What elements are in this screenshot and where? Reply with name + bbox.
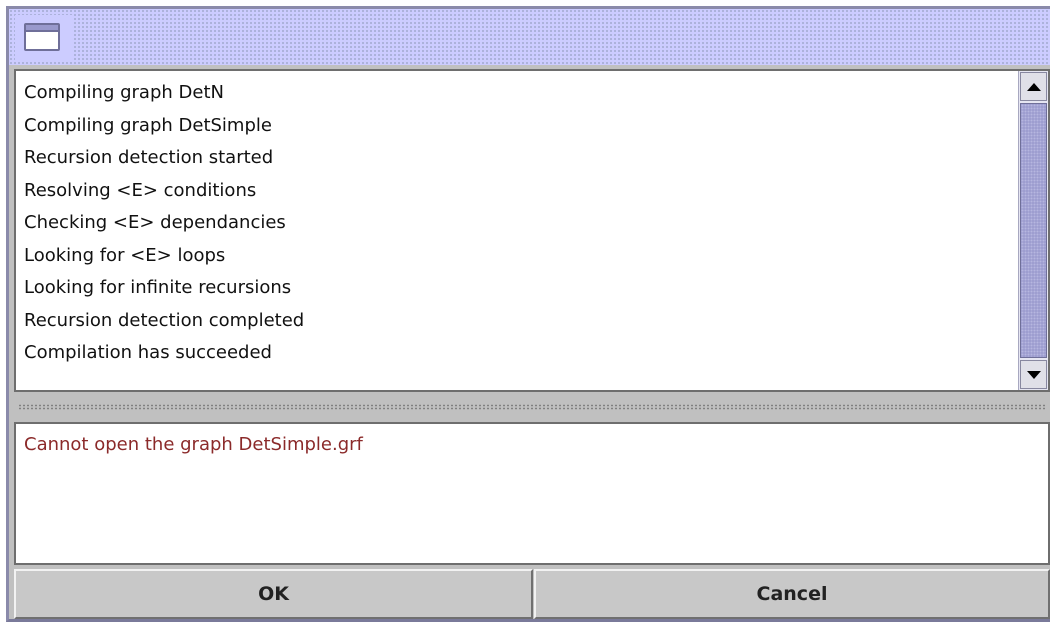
dialog-window: Compiling graph DetN Compiling graph Det… [6, 6, 1050, 622]
log-line: Checking <E> dependancies [24, 212, 286, 233]
scrollbar-thumb[interactable] [1020, 103, 1047, 358]
error-output-pane[interactable]: Cannot open the graph DetSimple.grf [14, 422, 1050, 565]
log-line: Compilation has succeeded [24, 342, 272, 363]
log-line: Recursion detection completed [24, 309, 305, 331]
window-icon [24, 23, 60, 51]
log-line: Compiling graph DetN [24, 82, 224, 103]
log-line: Looking for <E> loops [24, 244, 226, 266]
button-bar: OK Cancel [14, 569, 1050, 619]
split-pane-divider[interactable] [14, 394, 1050, 421]
log-list: Compiling graph DetN Compiling graph Det… [24, 77, 1016, 370]
arrow-down-icon[interactable] [1020, 360, 1047, 389]
ok-button[interactable]: OK [14, 569, 533, 619]
title-bar[interactable] [9, 9, 1050, 65]
cancel-button[interactable]: Cancel [534, 569, 1050, 619]
error-message: Cannot open the graph DetSimple.grf [24, 434, 363, 455]
divider-grip [18, 404, 1046, 410]
window-menu-button[interactable] [15, 15, 73, 61]
log-line: Recursion detection started [24, 147, 274, 168]
log-line: Resolving <E> conditions [24, 179, 257, 201]
log-output-pane[interactable]: Compiling graph DetN Compiling graph Det… [14, 69, 1050, 392]
vertical-scrollbar[interactable] [1018, 71, 1048, 390]
log-line: Compiling graph DetSimple [24, 114, 272, 136]
arrow-up-icon[interactable] [1020, 72, 1047, 101]
log-line: Looking for infinite recursions [24, 277, 292, 298]
